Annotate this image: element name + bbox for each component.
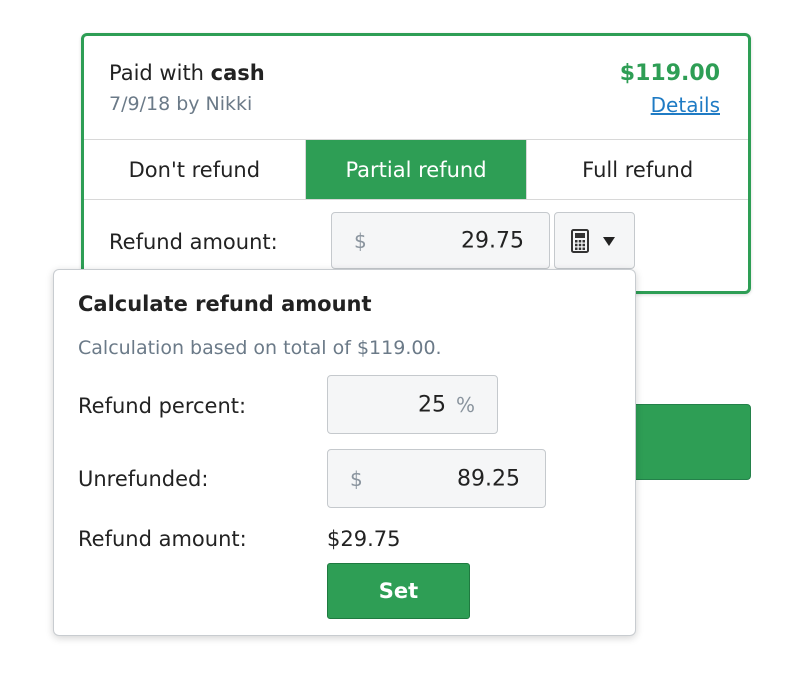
percent-symbol: % bbox=[455, 392, 475, 417]
set-button[interactable]: Set bbox=[327, 563, 470, 619]
partially-hidden-action-button[interactable] bbox=[620, 404, 751, 480]
payment-total: $119.00 bbox=[619, 61, 720, 86]
currency-symbol: $ bbox=[350, 466, 363, 491]
tab-dont-refund[interactable]: Don't refund bbox=[84, 140, 305, 199]
refund-type-tabs: Don't refund Partial refund Full refund bbox=[84, 140, 748, 200]
unrefunded-input[interactable]: $ 89.25 bbox=[327, 449, 546, 508]
tab-partial-refund[interactable]: Partial refund bbox=[304, 140, 527, 199]
refund-percent-value: 25 bbox=[418, 392, 446, 417]
refund-amount-value: 29.75 bbox=[461, 228, 524, 253]
refund-percent-label: Refund percent: bbox=[78, 394, 247, 418]
payment-card: Paid with cash 7/9/18 by Nikki $119.00 D… bbox=[81, 33, 751, 294]
payment-date-by: 7/9/18 by Nikki bbox=[109, 93, 253, 115]
currency-symbol: $ bbox=[354, 228, 367, 253]
refund-percent-input[interactable]: 25 % bbox=[327, 375, 498, 434]
paid-prefix: Paid with bbox=[109, 61, 204, 85]
calculate-refund-popover: Calculate refund amount Calculation base… bbox=[53, 269, 636, 636]
unrefunded-value: 89.25 bbox=[457, 466, 520, 491]
unrefunded-label: Unrefunded: bbox=[78, 467, 209, 491]
payment-method: cash bbox=[210, 61, 265, 85]
calculator-dropdown-button[interactable] bbox=[554, 212, 635, 269]
calc-refund-amount-label: Refund amount: bbox=[78, 527, 247, 551]
calc-refund-amount-value: $29.75 bbox=[327, 527, 401, 551]
refund-amount-input[interactable]: $ 29.75 bbox=[331, 212, 550, 269]
popover-subtitle: Calculation based on total of $119.00. bbox=[78, 337, 442, 359]
refund-amount-label: Refund amount: bbox=[109, 230, 278, 254]
calculator-icon bbox=[571, 229, 589, 253]
details-link[interactable]: Details bbox=[651, 93, 720, 117]
payment-header: Paid with cash 7/9/18 by Nikki $119.00 D… bbox=[84, 36, 748, 140]
popover-title: Calculate refund amount bbox=[78, 292, 372, 316]
paid-with-line: Paid with cash bbox=[109, 61, 265, 85]
tab-full-refund[interactable]: Full refund bbox=[526, 140, 748, 199]
caret-down-icon bbox=[603, 237, 615, 246]
